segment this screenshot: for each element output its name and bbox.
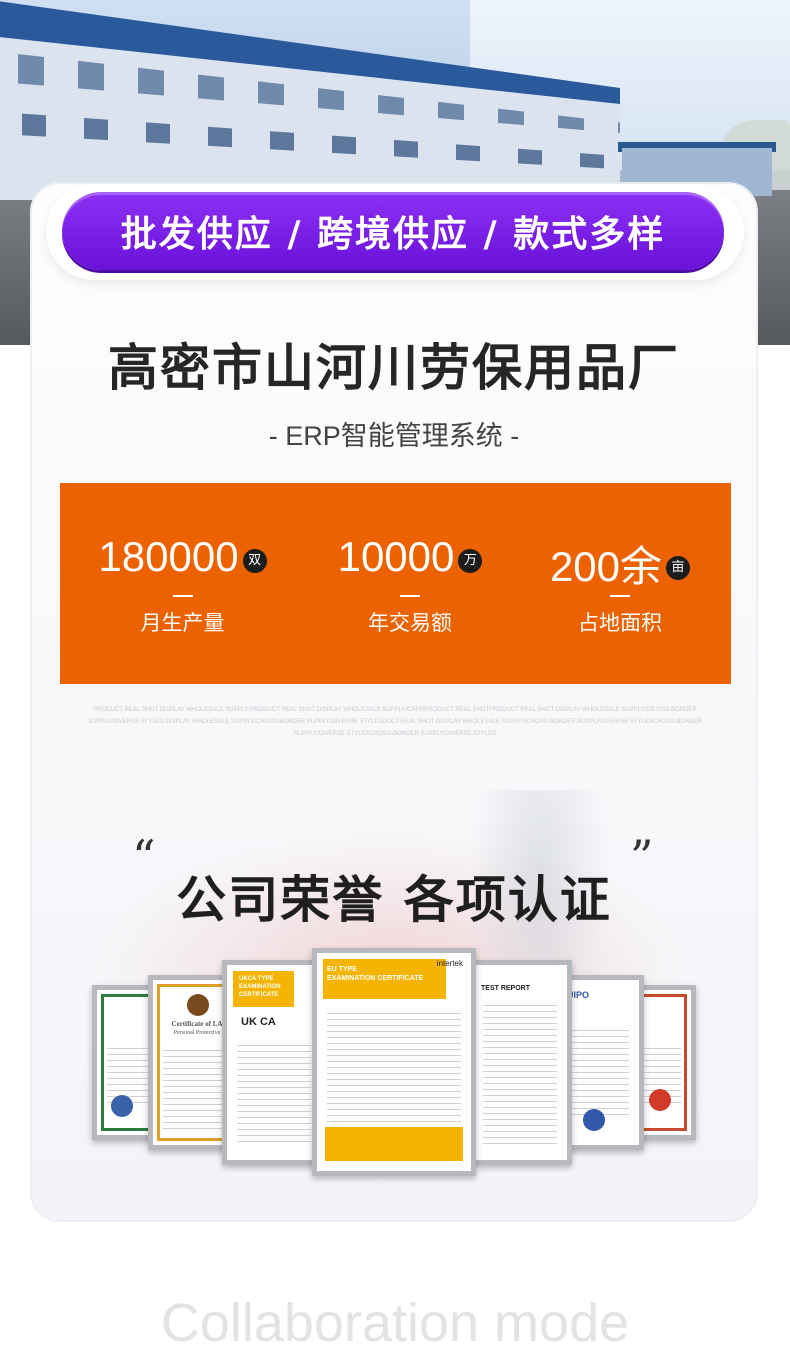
iaf-seal-icon (111, 1095, 133, 1117)
test-report-title: TEST REPORT (481, 985, 531, 992)
supply-banner: 批发供应 / 跨境供应 / 款式多样 (62, 192, 724, 270)
stat-monthly-output: 180000 双 月生产量 (60, 483, 305, 684)
honors-title: 公司荣誉 各项认证 (176, 871, 612, 929)
eu-type-text: EU TYPE EXAMINATION CERTIFICATE (327, 965, 423, 983)
stat-label: 占地面积 (578, 611, 662, 635)
stat-value: 180000 (98, 533, 239, 580)
stat-unit-badge: 双 (242, 549, 267, 573)
certificate-heading: Certificate of LA (171, 1020, 223, 1028)
stat-land-area: 200余 亩 占地面积 (515, 483, 725, 684)
eu-sub: EXAMINATION CERTIFICATE (327, 975, 424, 982)
ukca-type: UKCA TYPE (239, 976, 274, 982)
ukca-sub: EXAMINATION CERTIFICATE (239, 984, 281, 998)
collaboration-heading: Collaboration mode (160, 1293, 630, 1353)
certificate-subheading: Personal Protective (173, 1030, 221, 1036)
seal-icon (187, 994, 209, 1016)
certificate-text-lines (483, 1005, 557, 1145)
certificate-text-lines (563, 1030, 629, 1120)
stat-divider (172, 595, 193, 597)
stat-divider (400, 595, 420, 597)
stats-panel: 180000 双 月生产量 10000 万 年交易额 200余 亩 占地面积 (60, 483, 731, 684)
certificate-text-lines (237, 1045, 311, 1145)
decorative-small-text: PRODUCT REAL SHOT DISPLAY WHOLESALE SUPP… (87, 707, 703, 737)
certificate-test-report: TEST REPORT (468, 960, 572, 1165)
stat-unit-badge: 万 (458, 549, 483, 573)
stat-label: 月生产量 (140, 611, 225, 635)
company-name: 高密市山河川劳保用品厂 (108, 339, 680, 397)
stat-value: 200余 (549, 543, 663, 590)
ukca-type-text: UKCA TYPE EXAMINATION CERTIFICATE (239, 975, 321, 999)
eu-stars-icon (583, 1109, 605, 1131)
stat-unit-badge: 亩 (666, 555, 691, 580)
intertek-logo: intertek (436, 959, 463, 968)
ukca-mark: UK CA (241, 1016, 276, 1028)
certificate-footer-band (325, 1127, 463, 1161)
red-seal-icon (649, 1089, 671, 1111)
eu-type: EU TYPE (327, 966, 357, 973)
certificate-eu-type: EU TYPE EXAMINATION CERTIFICATE intertek (312, 948, 476, 1176)
certificate-text-lines (163, 1050, 231, 1130)
stat-divider (610, 595, 630, 597)
company-subtitle: - ERP智能管理系统 - (268, 421, 520, 451)
stat-value: 10000 (337, 533, 455, 580)
certificate-text-lines (327, 1013, 461, 1133)
stat-label: 年交易额 (368, 611, 452, 635)
banner-text: 批发供应 / 跨境供应 / 款式多样 (120, 214, 666, 255)
certificate-ukca: UKCA TYPE EXAMINATION CERTIFICATE UK CA (222, 960, 326, 1165)
stat-annual-turnover: 10000 万 年交易额 (305, 483, 515, 684)
